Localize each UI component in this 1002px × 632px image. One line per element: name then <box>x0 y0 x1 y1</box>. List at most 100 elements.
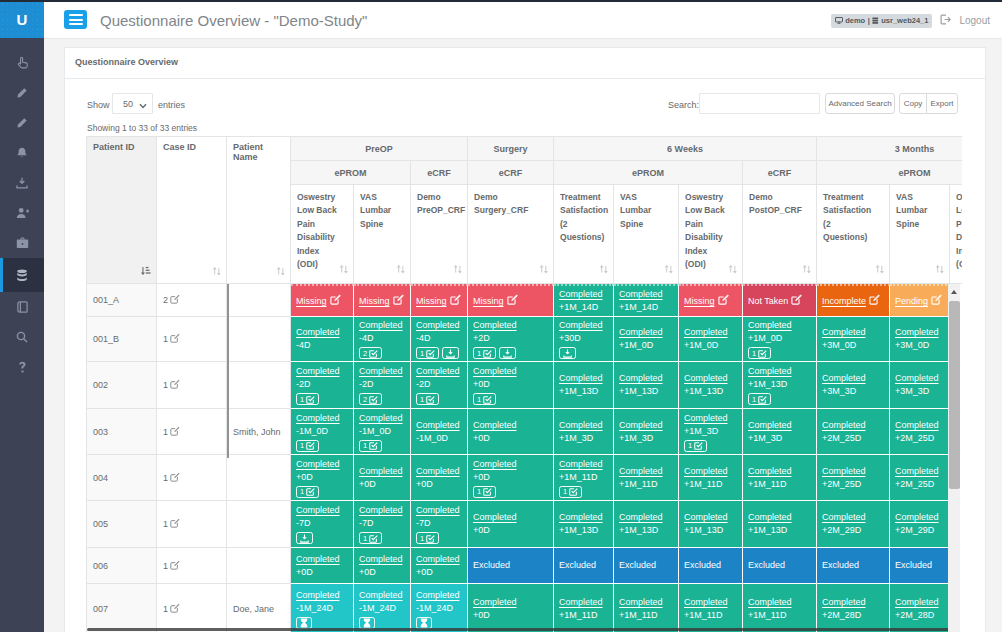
status-link[interactable]: Completed <box>684 466 728 476</box>
status-link[interactable]: Completed <box>416 554 460 564</box>
sidebar-item-download[interactable] <box>0 168 44 198</box>
column-header-patient-id[interactable]: Patient ID <box>87 137 157 284</box>
column-header-questionnaire[interactable]: Demo PreOP_CRF <box>411 185 468 284</box>
count-badge[interactable]: 1 <box>473 347 496 359</box>
column-header-questionnaire[interactable]: Oswestry Low Back Pain Disability Index … <box>950 185 962 284</box>
status-link[interactable]: Completed <box>296 327 340 337</box>
edit-case-icon[interactable] <box>170 428 180 438</box>
status-link[interactable]: Completed <box>684 413 728 423</box>
edit-case-icon[interactable] <box>170 562 180 572</box>
hourglass-badge[interactable] <box>416 617 432 629</box>
status-link[interactable]: Missing <box>416 296 447 306</box>
status-link[interactable]: Completed <box>559 373 603 383</box>
sidebar-item-database[interactable] <box>0 258 44 292</box>
sidebar-item-medkit[interactable] <box>0 228 44 258</box>
count-badge[interactable]: 1 <box>473 393 496 405</box>
status-link[interactable]: Completed <box>895 597 939 607</box>
hourglass-badge[interactable] <box>359 617 375 629</box>
sidebar-item-hand-pointer[interactable] <box>0 48 44 78</box>
download-badge[interactable] <box>442 347 459 359</box>
count-badge[interactable]: 1 <box>559 486 582 498</box>
status-link[interactable]: Completed <box>748 420 792 430</box>
column-header-questionnaire[interactable]: Oswestry Low Back Pain Disability Index … <box>291 185 354 284</box>
edit-case-icon[interactable] <box>170 381 180 391</box>
status-link[interactable]: Completed <box>684 597 728 607</box>
status-link[interactable]: Completed <box>296 590 340 600</box>
column-header-questionnaire[interactable]: VAS Lumbar Spine <box>614 185 679 284</box>
count-badge[interactable]: 1 <box>359 532 382 544</box>
count-badge[interactable]: 1 <box>416 393 439 405</box>
count-badge[interactable]: 1 <box>359 440 382 452</box>
edit-status-icon[interactable] <box>715 296 729 306</box>
status-link[interactable]: Completed <box>822 327 866 337</box>
status-link[interactable]: Completed <box>359 413 403 423</box>
status-link[interactable]: Completed <box>619 597 663 607</box>
status-link[interactable]: Completed <box>748 466 792 476</box>
status-link[interactable]: Missing <box>684 296 715 306</box>
status-link[interactable]: Completed <box>748 320 792 330</box>
app-logo[interactable]: U <box>0 2 44 38</box>
status-link[interactable]: Completed <box>619 327 663 337</box>
count-badge[interactable]: 1 <box>296 440 319 452</box>
edit-case-icon[interactable] <box>170 335 180 345</box>
column-header-questionnaire[interactable]: Oswestry Low Back Pain Disability Index … <box>679 185 743 284</box>
column-header-case-id[interactable]: Case ID <box>157 137 227 284</box>
count-badge[interactable]: 1 <box>296 486 319 498</box>
hourglass-badge[interactable] <box>296 617 312 629</box>
status-link[interactable]: Completed <box>895 512 939 522</box>
sidebar-item-pencil[interactable] <box>0 78 44 108</box>
status-link[interactable]: Completed <box>473 320 517 330</box>
status-link[interactable]: Completed <box>359 554 403 564</box>
status-link[interactable]: Completed <box>473 420 517 430</box>
edit-status-icon[interactable] <box>788 296 802 306</box>
status-link[interactable]: Completed <box>296 505 340 515</box>
status-link[interactable]: Completed <box>296 366 340 376</box>
status-link[interactable]: Completed <box>619 289 663 299</box>
search-input[interactable] <box>699 93 820 114</box>
column-header-questionnaire[interactable]: Demo PostOP_CRF <box>743 185 817 284</box>
sidebar-item-pencil[interactable] <box>0 108 44 138</box>
edit-status-icon[interactable] <box>327 296 341 306</box>
status-link[interactable]: Completed <box>296 554 340 564</box>
edit-status-icon[interactable] <box>866 296 880 306</box>
edit-case-icon[interactable] <box>170 520 180 530</box>
status-link[interactable]: Completed <box>296 413 340 423</box>
column-header-questionnaire[interactable]: Treatment Satisfaction (2 Questions) <box>554 185 614 284</box>
edit-status-icon[interactable] <box>390 296 404 306</box>
status-link[interactable]: Completed <box>684 373 728 383</box>
status-link[interactable]: Completed <box>895 373 939 383</box>
count-badge[interactable]: 2 <box>359 347 382 359</box>
page-size-select[interactable]: 50 <box>112 93 153 114</box>
status-link[interactable]: Completed <box>684 327 728 337</box>
status-link[interactable]: Completed <box>619 373 663 383</box>
edit-status-icon[interactable] <box>928 296 942 306</box>
count-badge[interactable]: 1 <box>416 347 439 359</box>
download-badge[interactable] <box>559 347 576 359</box>
column-header-questionnaire[interactable]: Treatment Satisfaction (2 Questions) <box>817 185 890 284</box>
sidebar-item-search[interactable] <box>0 322 44 352</box>
download-badge[interactable] <box>499 347 516 359</box>
status-link[interactable]: Completed <box>684 512 728 522</box>
status-link[interactable]: Completed <box>822 373 866 383</box>
status-link[interactable]: Completed <box>416 420 460 430</box>
count-badge[interactable]: 1 <box>684 440 707 452</box>
status-link[interactable]: Completed <box>416 590 460 600</box>
copy-button[interactable]: Copy <box>899 93 927 114</box>
status-link[interactable]: Completed <box>359 366 403 376</box>
status-link[interactable]: Completed <box>559 597 603 607</box>
status-link[interactable]: Completed <box>473 459 517 469</box>
edit-case-icon[interactable] <box>170 605 180 615</box>
column-header-questionnaire[interactable]: VAS Lumbar Spine <box>354 185 411 284</box>
status-link[interactable]: Incomplete <box>822 296 866 306</box>
status-link[interactable]: Completed <box>559 289 603 299</box>
status-link[interactable]: Completed <box>822 597 866 607</box>
edit-status-icon[interactable] <box>504 296 518 306</box>
count-badge[interactable]: 1 <box>473 486 496 498</box>
sidebar-item-user-plus[interactable] <box>0 198 44 228</box>
count-badge[interactable]: 1 <box>296 393 319 405</box>
status-link[interactable]: Completed <box>416 320 460 330</box>
status-link[interactable]: Missing <box>359 296 390 306</box>
scrollbar-up-arrow-icon[interactable] <box>951 290 957 294</box>
vertical-scrollbar-thumb[interactable] <box>949 301 960 489</box>
count-badge[interactable]: 1 <box>416 532 439 544</box>
